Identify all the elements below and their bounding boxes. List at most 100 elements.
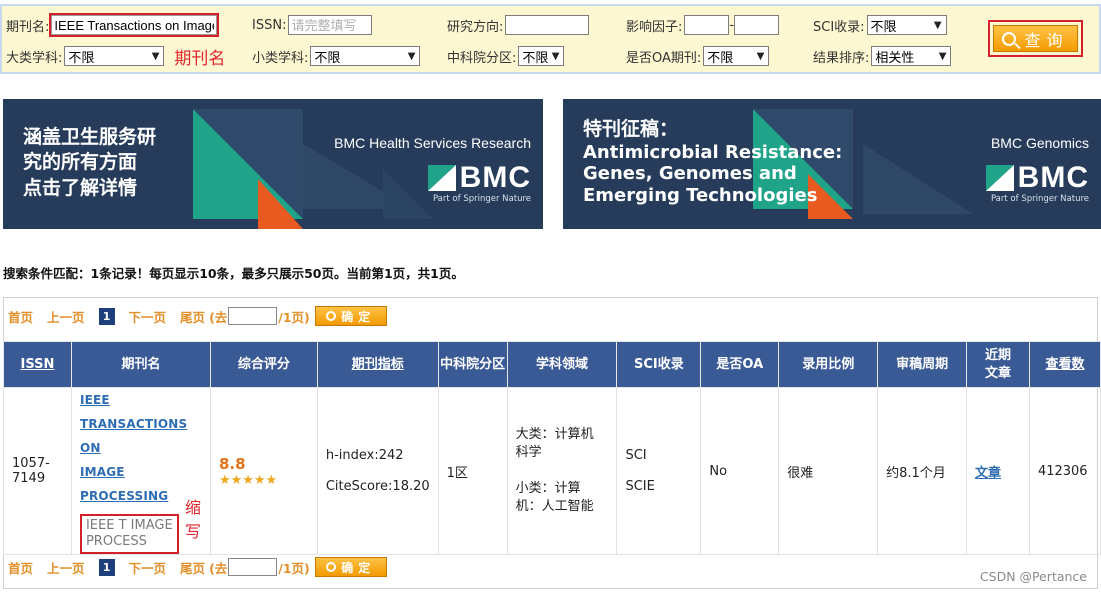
cas-select-value: 不限 [522, 50, 549, 66]
col-issn-label[interactable]: ISSN [21, 357, 55, 372]
pager-prev[interactable]: 上一页 [47, 558, 85, 577]
sci-select-value: 不限 [870, 19, 897, 35]
chevron-down-icon: ▼ [938, 51, 947, 62]
small-cat-select[interactable]: 不限 ▼ [310, 46, 421, 66]
banner-brand-title: BMC Genomics [990, 135, 1089, 151]
banner-headline-line: 究的所有方面 [23, 150, 138, 173]
field-line: 小类：计算 [515, 481, 581, 496]
pager-current[interactable]: 1 [98, 558, 115, 576]
pager-goto-prefix: (去 [209, 560, 228, 576]
sci-select[interactable]: 不限 ▼ [866, 15, 947, 35]
banner-headline-line: Genes, Genomes and [583, 163, 797, 185]
issn-input[interactable] [288, 15, 373, 35]
bmc-mark-icon [985, 165, 1014, 191]
pager-confirm-button[interactable]: 确定 [314, 306, 387, 326]
circle-icon [326, 311, 337, 321]
big-cat-label: 大类学科: [6, 50, 63, 66]
cell-sci: SCI SCIE [616, 387, 702, 555]
sort-select-value: 相关性 [875, 50, 915, 66]
cas-select[interactable]: 不限 ▼ [518, 46, 565, 66]
journal-name-input[interactable] [51, 15, 218, 35]
bmc-logo: BMC [427, 161, 531, 195]
field-line: 机：人工智能 [515, 499, 594, 514]
big-cat-select[interactable]: 不限 ▼ [64, 46, 165, 66]
pager-prev[interactable]: 上一页 [47, 307, 85, 326]
pager-confirm-button[interactable]: 确定 [314, 557, 387, 577]
pager-next[interactable]: 下一页 [129, 307, 167, 326]
journal-title-link[interactable]: IEEE TRANSACTIONS ON IMAGE PROCESSING [80, 388, 202, 508]
col-views[interactable]: 查看数 [1028, 341, 1101, 388]
small-cat-select-value: 不限 [314, 50, 341, 66]
oa-select-value: 不限 [707, 50, 734, 66]
impact-min-input[interactable] [684, 15, 730, 35]
cell-review: 约8.1个月 [877, 387, 968, 555]
col-name: 期刊名 [70, 341, 211, 388]
result-summary: 搜索条件匹配：1条记录！每页显示10条，最多只展示50页。当前第1页，共1页。 [3, 266, 464, 281]
pager-current[interactable]: 1 [98, 307, 115, 325]
col-recent-line: 近期 [984, 347, 1011, 363]
col-ratio: 录用比例 [778, 341, 879, 388]
recent-articles-link[interactable]: 文章 [975, 466, 1001, 481]
pager-top: 首页 上一页 1 下一页 尾页 (去 /1页) 确定 [8, 305, 387, 327]
field-line: 科学 [515, 445, 542, 460]
pager-goto-input[interactable] [228, 307, 278, 325]
citescore: CiteScore:18.20 [325, 479, 430, 494]
field-line: 大类：计算机 [515, 427, 594, 442]
cell-field: 大类：计算机 科学 小类：计算 机：人工智能 [506, 387, 618, 555]
col-views-label[interactable]: 查看数 [1045, 357, 1084, 372]
pager-goto-suffix: /1页) [278, 560, 310, 576]
col-metrics-label[interactable]: 期刊指标 [352, 357, 404, 372]
banner-headline-line: Emerging Technologies [583, 184, 818, 206]
sort-select[interactable]: 相关性 ▼ [871, 46, 952, 66]
journal-title-line: TRANSACTIONS ON [79, 417, 188, 455]
pager-confirm-label: 确定 [341, 309, 376, 324]
pager-confirm-label: 确定 [341, 560, 376, 575]
bmc-mark-icon [427, 165, 456, 191]
col-recent: 近期 文章 [966, 341, 1030, 388]
cell-issn: 1057- 7149 [3, 387, 72, 555]
banner-health-services[interactable]: 涵盖卫生服务研 究的所有方面 点击了解详情 BMC Health Service… [3, 99, 543, 229]
col-metrics[interactable]: 期刊指标 [316, 341, 439, 388]
chevron-down-icon: ▼ [933, 20, 942, 31]
impact-max-input[interactable] [734, 15, 780, 35]
star-rating-icon: ★★★★★ [218, 472, 278, 488]
banner-headline-line: 点击了解详情 [23, 177, 138, 200]
cell-views: 412306 [1028, 387, 1101, 555]
springer-tagline: Part of Springer Nature [990, 194, 1089, 204]
pager-first[interactable]: 首页 [8, 307, 33, 326]
pager-last[interactable]: 尾页 [180, 307, 205, 326]
impact-label: 影响因子: [626, 19, 683, 35]
journal-title-line: IMAGE [79, 465, 125, 479]
col-score: 综合评分 [209, 341, 318, 388]
col-cas: 中科院分区 [437, 341, 508, 388]
pager-next[interactable]: 下一页 [129, 558, 167, 577]
banner-headline-line: 涵盖卫生服务研 [23, 126, 157, 148]
pager-last[interactable]: 尾页 [180, 558, 205, 577]
col-field: 学科领域 [506, 341, 618, 388]
abbr-line: IEEE T IMAGE [85, 518, 173, 533]
watermark: CSDN @Pertance [979, 569, 1087, 584]
col-review: 审稿周期 [877, 341, 968, 388]
banner-headline-line: Antimicrobial Resistance: [583, 141, 843, 163]
cell-name: IEEE TRANSACTIONS ON IMAGE PROCESSING IE… [70, 387, 211, 555]
chevron-down-icon: ▼ [756, 51, 765, 62]
chevron-down-icon: ▼ [151, 51, 160, 62]
banner-genomics[interactable]: 特刊征稿： Antimicrobial Resistance: Genes, G… [563, 99, 1101, 229]
journal-title-line: PROCESSING [79, 489, 169, 503]
research-input[interactable] [505, 15, 590, 35]
search-button-label: 查询 [1024, 30, 1069, 50]
oa-select[interactable]: 不限 ▼ [703, 46, 770, 66]
journal-abbreviation: IEEE T IMAGE PROCESS [79, 514, 179, 554]
pager-first[interactable]: 首页 [8, 558, 33, 577]
search-button[interactable]: 查询 [993, 25, 1078, 52]
col-oa: 是否OA [700, 341, 780, 388]
sort-label: 结果排序: [813, 50, 870, 66]
big-cat-select-value: 不限 [68, 50, 95, 66]
bmc-logo-text: BMC [1017, 161, 1089, 194]
sci-line: SCI [625, 448, 647, 463]
pager-goto-input[interactable] [228, 558, 278, 576]
oa-label: 是否OA期刊: [626, 50, 702, 66]
search-button-highlight: 查询 [988, 20, 1083, 57]
col-issn[interactable]: ISSN [3, 341, 72, 388]
sci-label: SCI收录: [813, 19, 865, 35]
